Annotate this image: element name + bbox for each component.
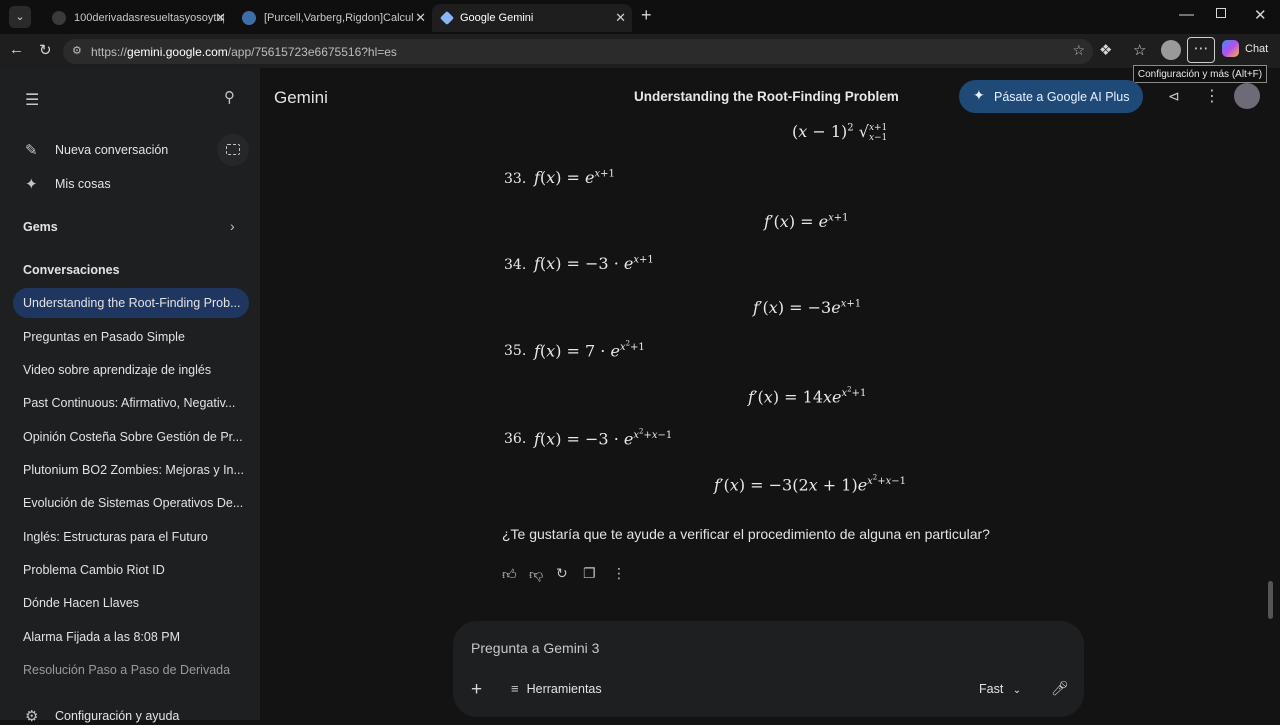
conversation-item[interactable]: Dónde Hacen Llaves — [23, 596, 243, 610]
composer: Pregunta a Gemini 3 + ≡ Herramientas Fas… — [453, 621, 1084, 717]
item-number: 33. — [504, 171, 527, 187]
document-icon — [52, 11, 66, 25]
search-icon[interactable]: ⚲ — [224, 88, 235, 106]
gear-icon: ⚙ — [25, 708, 39, 725]
conversation-item[interactable]: Resolución Paso a Paso de Derivada — [23, 663, 243, 677]
settings-help-button[interactable]: Configuración y ayuda — [55, 709, 275, 723]
favorites-icon[interactable]: ☆ — [1133, 41, 1146, 59]
regenerate-icon[interactable]: ↻ — [556, 565, 568, 582]
shapes-icon: ✦ — [25, 176, 38, 193]
more-options-icon[interactable]: ⋮ — [1204, 86, 1220, 106]
item-number: 36. — [504, 431, 527, 447]
temporary-chat-button[interactable] — [217, 134, 249, 166]
edit-icon: ✎ — [25, 142, 38, 159]
site-info-icon[interactable]: ⚙ — [72, 44, 82, 57]
close-icon[interactable]: ✕ — [415, 10, 426, 26]
user-avatar[interactable] — [1234, 83, 1260, 109]
item-number: 34. — [504, 257, 527, 273]
formula-35-derivative: f′(x) = 14xex2+1 — [748, 386, 867, 407]
prompt-input[interactable]: Pregunta a Gemini 3 — [471, 640, 599, 656]
tab-menu-chevron-icon[interactable]: ⌄ — [9, 6, 31, 28]
conversation-item[interactable]: Plutonium BO2 Zombies: Mejoras y In... — [23, 463, 243, 477]
conversation-title[interactable]: Understanding the Root-Finding Problem — [634, 89, 899, 104]
close-window-icon[interactable]: ✕ — [1254, 6, 1267, 24]
reload-icon[interactable]: ↻ — [39, 41, 52, 59]
copilot-chat-button[interactable]: Chat — [1222, 40, 1268, 57]
minimize-icon[interactable]: — — [1179, 6, 1194, 23]
dashed-box-icon — [226, 144, 240, 155]
scrollbar-thumb[interactable] — [1268, 581, 1273, 619]
tools-button[interactable]: ≡ Herramientas — [511, 681, 602, 696]
copy-icon[interactable]: ❐ — [583, 565, 596, 582]
tab-2[interactable]: [Purcell,Varberg,Rigdon]Calculo.p ✕ — [232, 4, 432, 32]
sliders-icon: ≡ — [511, 681, 519, 696]
conversation-item[interactable]: Opinión Costeña Sobre Gestión de Pr... — [23, 430, 243, 444]
wordpress-icon — [242, 11, 256, 25]
gemini-icon — [439, 10, 455, 26]
share-icon[interactable]: ⊲ — [1168, 88, 1180, 105]
gems-header[interactable]: Gems — [23, 220, 58, 234]
close-icon[interactable]: ✕ — [615, 10, 626, 26]
conversation-item[interactable]: Problema Cambio Riot ID — [23, 563, 243, 577]
conversation-item[interactable]: Inglés: Estructuras para el Futuro — [23, 530, 243, 544]
formula-35: f(x) = 7 · ex2+1 — [534, 340, 645, 361]
conversation-item[interactable]: Past Continuous: Afirmativo, Negativ... — [23, 396, 243, 410]
restore-icon[interactable] — [1216, 8, 1226, 18]
conversation-item[interactable]: Preguntas en Pasado Simple — [23, 330, 243, 344]
star-icon[interactable]: ☆ — [1072, 42, 1085, 59]
tooltip: Configuración y más (Alt+F) — [1133, 65, 1267, 83]
address-bar-row: ← ↻ ⚙ https://gemini.google.com/app/7561… — [0, 34, 1280, 68]
more-vertical-icon[interactable]: ⋮ — [612, 565, 626, 582]
microphone-icon[interactable]: 🎤︎ — [1051, 680, 1069, 697]
formula-33: f(x) = ex+1 — [534, 168, 615, 187]
settings-more-icon[interactable]: ⋯ — [1187, 37, 1215, 63]
thumbs-up-icon[interactable]: 👍︎ — [502, 566, 517, 583]
tab-1[interactable]: 100derivadasresueltasyosoytupro ✕ — [42, 4, 232, 32]
url-field[interactable]: ⚙ https://gemini.google.com/app/75615723… — [63, 39, 1093, 64]
back-icon[interactable]: ← — [9, 41, 24, 58]
add-icon[interactable]: + — [471, 679, 482, 701]
conversations-header: Conversaciones — [23, 263, 120, 277]
formula-36-derivative: f′(x) = −3(2x + 1)ex2+x−1 — [714, 474, 907, 495]
item-number: 35. — [504, 343, 527, 359]
formula-34: f(x) = −3 · ex+1 — [534, 254, 654, 273]
new-tab-icon[interactable]: + — [641, 5, 652, 26]
conversation-item[interactable]: Video sobre aprendizaje de inglés — [23, 363, 243, 377]
tab-gemini[interactable]: Google Gemini ✕ — [432, 4, 632, 32]
formula-34-derivative: f′(x) = −3ex+1 — [753, 298, 862, 317]
my-stuff-button[interactable]: Mis cosas — [55, 177, 275, 191]
copilot-icon — [1222, 40, 1239, 57]
tab-bar: ⌄ 100derivadasresueltasyosoytupro ✕ [Pur… — [0, 0, 1280, 34]
chevron-down-icon: ⌄ — [1012, 685, 1022, 696]
gemini-brand[interactable]: Gemini — [274, 88, 328, 108]
sparkle-icon: ✦ — [973, 87, 985, 103]
conversation-item[interactable]: Evolución de Sistemas Operativos De... — [23, 496, 243, 510]
profile-avatar[interactable] — [1161, 40, 1181, 60]
extensions-icon[interactable]: ❖ — [1099, 41, 1112, 59]
sidebar: ☰ ⚲ ✎ Nueva conversación ✦ Mis cosas Gem… — [0, 68, 260, 725]
formula-33-derivative: f′(x) = ex+1 — [764, 212, 849, 231]
upgrade-button[interactable]: ✦ Pásate a Google AI Plus — [959, 80, 1143, 113]
formula-32-derivative: (x − 1)2 √x+1 x−1 — [792, 122, 888, 143]
conversation-item[interactable]: Understanding the Root-Finding Prob... — [23, 296, 243, 310]
formula-36: f(x) = −3 · ex2+x−1 — [534, 428, 673, 449]
menu-icon[interactable]: ☰ — [25, 90, 39, 110]
thumbs-down-icon[interactable]: 👎︎ — [529, 566, 543, 583]
close-icon[interactable]: ✕ — [215, 10, 226, 26]
mode-selector[interactable]: Fast ⌄ — [979, 682, 1021, 696]
conversation-item[interactable]: Alarma Fijada a las 8:08 PM — [23, 630, 243, 644]
chevron-right-icon[interactable]: › — [230, 218, 235, 234]
response-question: ¿Te gustaría que te ayude a verificar el… — [502, 526, 990, 542]
